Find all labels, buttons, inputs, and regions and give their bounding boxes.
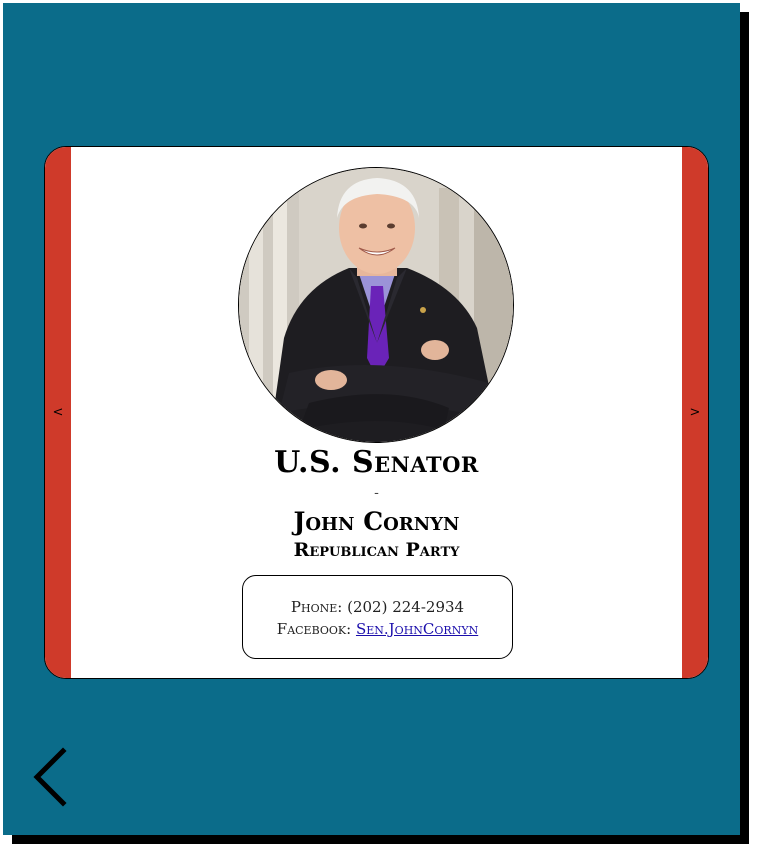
- chevron-left-icon: [33, 747, 67, 807]
- prev-label: <: [52, 405, 64, 420]
- phone-line: Phone: (202) 224-2934: [243, 596, 512, 618]
- phone-label: Phone:: [290, 598, 343, 616]
- phone-value: (202) 224-2934: [347, 598, 465, 616]
- senator-portrait: [238, 167, 514, 443]
- contact-box: Phone: (202) 224-2934 Facebook: Sen.John…: [242, 575, 513, 659]
- next-label: >: [689, 405, 701, 420]
- next-button[interactable]: >: [682, 147, 708, 678]
- senator-card: < > U.S. Senator - John Cornyn Republica…: [44, 146, 709, 679]
- senator-role-heading: U.S. Senator: [274, 445, 479, 480]
- app-frame: < > U.S. Senator - John Cornyn Republica…: [3, 3, 740, 835]
- facebook-link[interactable]: Sen.JohnCornyn: [356, 620, 478, 638]
- prev-button[interactable]: <: [45, 147, 71, 678]
- facebook-line: Facebook: Sen.JohnCornyn: [243, 618, 512, 640]
- facebook-label: Facebook:: [276, 620, 352, 638]
- senator-name: John Cornyn: [293, 507, 460, 536]
- senator-party: Republican Party: [293, 539, 460, 561]
- separator: -: [374, 485, 379, 501]
- back-button[interactable]: [31, 747, 71, 807]
